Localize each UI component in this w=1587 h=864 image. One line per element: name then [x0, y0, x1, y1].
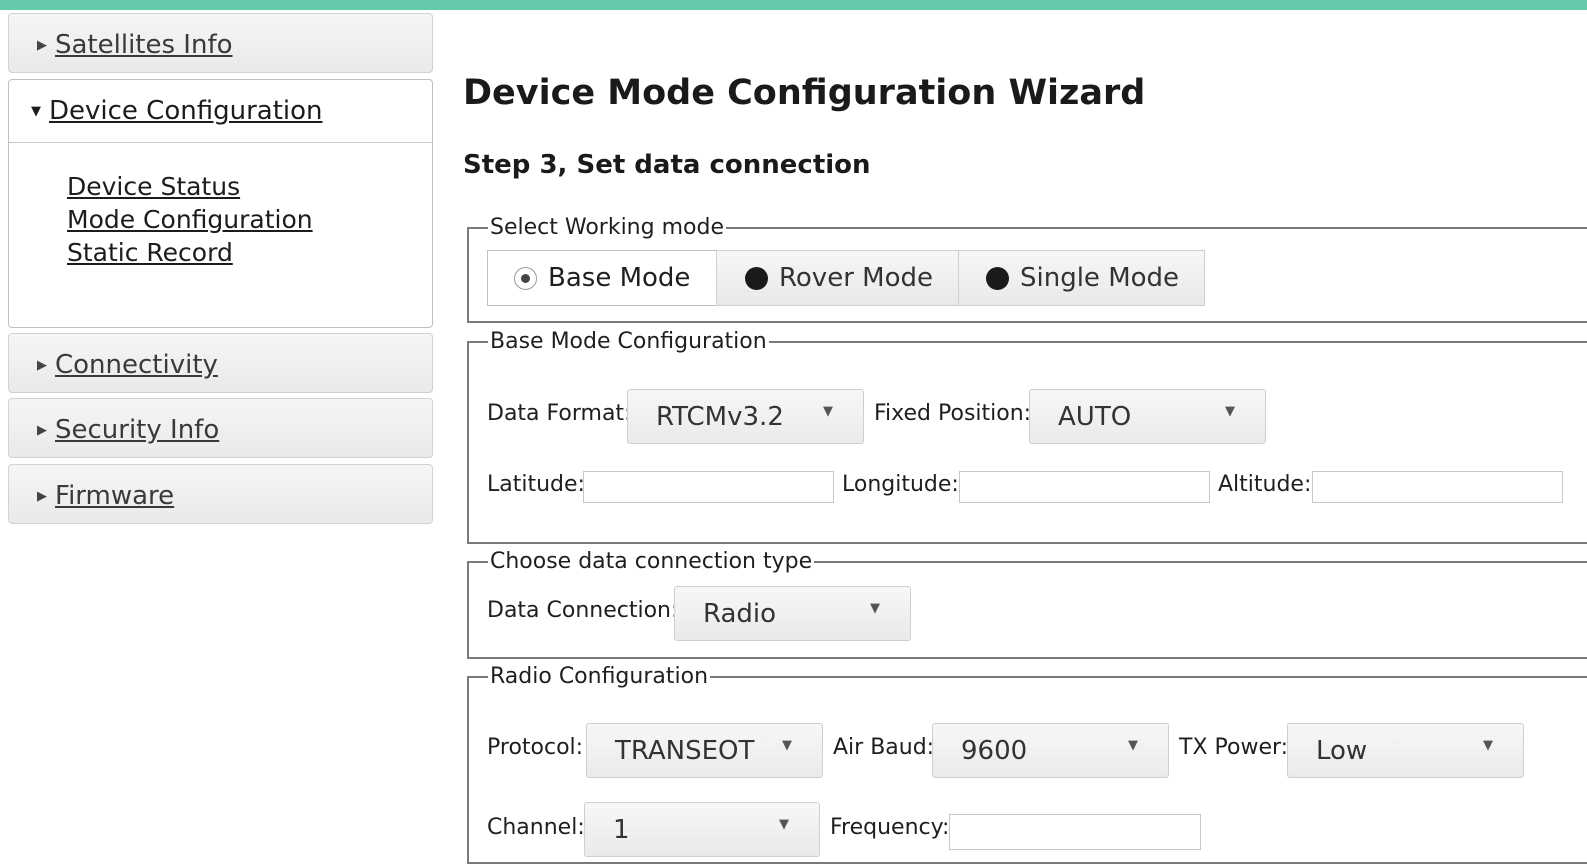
radio-config-legend: Radio Configuration — [490, 664, 709, 689]
single-mode-radio[interactable]: Single Mode — [958, 250, 1205, 306]
satellites-info-link[interactable]: Satellites Info — [55, 30, 233, 60]
chevron-down-icon: ▼ — [1225, 404, 1235, 419]
chevron-down-icon: ▼ — [779, 817, 789, 832]
security-info-link[interactable]: Security Info — [55, 415, 219, 445]
fixed-position-label: Fixed Position: — [874, 401, 1032, 426]
altitude-label: Altitude: — [1218, 472, 1312, 497]
protocol-value: TRANSEOT — [615, 736, 755, 766]
base-mode-label: Base Mode — [548, 263, 691, 293]
longitude-input[interactable] — [959, 471, 1210, 503]
device-configuration-link[interactable]: Device Configuration — [49, 96, 323, 126]
fixed-position-value: AUTO — [1058, 402, 1132, 432]
caret-down-icon: ▼ — [31, 103, 41, 119]
sidebar-item-satellites-info[interactable]: ▶ Satellites Info — [8, 13, 433, 73]
connectivity-link[interactable]: Connectivity — [55, 350, 218, 380]
caret-right-icon: ▶ — [37, 488, 47, 504]
longitude-label: Longitude: — [842, 472, 959, 497]
working-mode-legend: Select Working mode — [490, 215, 724, 240]
top-accent-bar — [0, 0, 1587, 10]
mode-configuration-link[interactable]: Mode Configuration — [67, 205, 313, 234]
altitude-input[interactable] — [1312, 471, 1563, 503]
air-baud-label: Air Baud: — [833, 735, 935, 760]
caret-right-icon: ▶ — [37, 357, 47, 373]
latitude-label: Latitude: — [487, 472, 585, 497]
channel-select[interactable]: 1 ▼ — [584, 802, 820, 857]
data-connection-value: Radio — [703, 599, 777, 629]
protocol-label: Protocol: — [487, 735, 584, 760]
data-format-select[interactable]: RTCMv3.2 ▼ — [627, 389, 864, 444]
tx-power-value: Low — [1316, 736, 1368, 766]
radio-unselected-icon — [986, 266, 1009, 290]
base-mode-radio[interactable]: Base Mode — [487, 250, 717, 306]
base-config-legend: Base Mode Configuration — [490, 329, 767, 354]
data-connection-select[interactable]: Radio ▼ — [674, 586, 911, 641]
single-mode-label: Single Mode — [1020, 263, 1180, 293]
rover-mode-label: Rover Mode — [779, 263, 933, 293]
sidebar-item-device-configuration[interactable]: ▼ Device Configuration — [9, 80, 432, 143]
rover-mode-radio[interactable]: Rover Mode — [716, 250, 959, 306]
channel-label: Channel: — [487, 815, 585, 840]
protocol-select[interactable]: TRANSEOT ▼ — [586, 723, 823, 778]
sidebar-item-connectivity[interactable]: ▶ Connectivity — [8, 333, 433, 393]
chevron-down-icon: ▼ — [1128, 738, 1138, 753]
air-baud-select[interactable]: 9600 ▼ — [932, 723, 1169, 778]
chevron-down-icon: ▼ — [823, 404, 833, 419]
page-title: Device Mode Configuration Wizard — [463, 73, 1146, 113]
frequency-label: Frequency: — [830, 815, 950, 840]
channel-value: 1 — [613, 815, 630, 845]
firmware-link[interactable]: Firmware — [55, 481, 174, 511]
sidebar-item-security-info[interactable]: ▶ Security Info — [8, 398, 433, 458]
fixed-position-select[interactable]: AUTO ▼ — [1029, 389, 1266, 444]
device-status-link[interactable]: Device Status — [67, 172, 240, 201]
tx-power-select[interactable]: Low ▼ — [1287, 723, 1524, 778]
caret-right-icon: ▶ — [37, 422, 47, 438]
data-format-label: Data Format: — [487, 401, 632, 426]
caret-right-icon: ▶ — [37, 37, 47, 53]
radio-selected-icon — [514, 266, 537, 290]
chevron-down-icon: ▼ — [1483, 738, 1493, 753]
radio-unselected-icon — [745, 266, 768, 290]
tx-power-label: TX Power: — [1179, 735, 1289, 760]
data-format-value: RTCMv3.2 — [656, 402, 784, 432]
chevron-down-icon: ▼ — [782, 738, 792, 753]
step-heading: Step 3, Set data connection — [463, 150, 871, 180]
sidebar-section-device-configuration: ▼ Device Configuration Device Status Mod… — [8, 79, 433, 328]
chevron-down-icon: ▼ — [870, 601, 880, 616]
latitude-input[interactable] — [583, 471, 834, 503]
frequency-input[interactable] — [949, 814, 1201, 850]
data-connection-legend: Choose data connection type — [490, 549, 813, 574]
static-record-link[interactable]: Static Record — [67, 238, 233, 267]
data-connection-label: Data Connection: — [487, 598, 679, 623]
sidebar-item-firmware[interactable]: ▶ Firmware — [8, 464, 433, 524]
air-baud-value: 9600 — [961, 736, 1028, 766]
